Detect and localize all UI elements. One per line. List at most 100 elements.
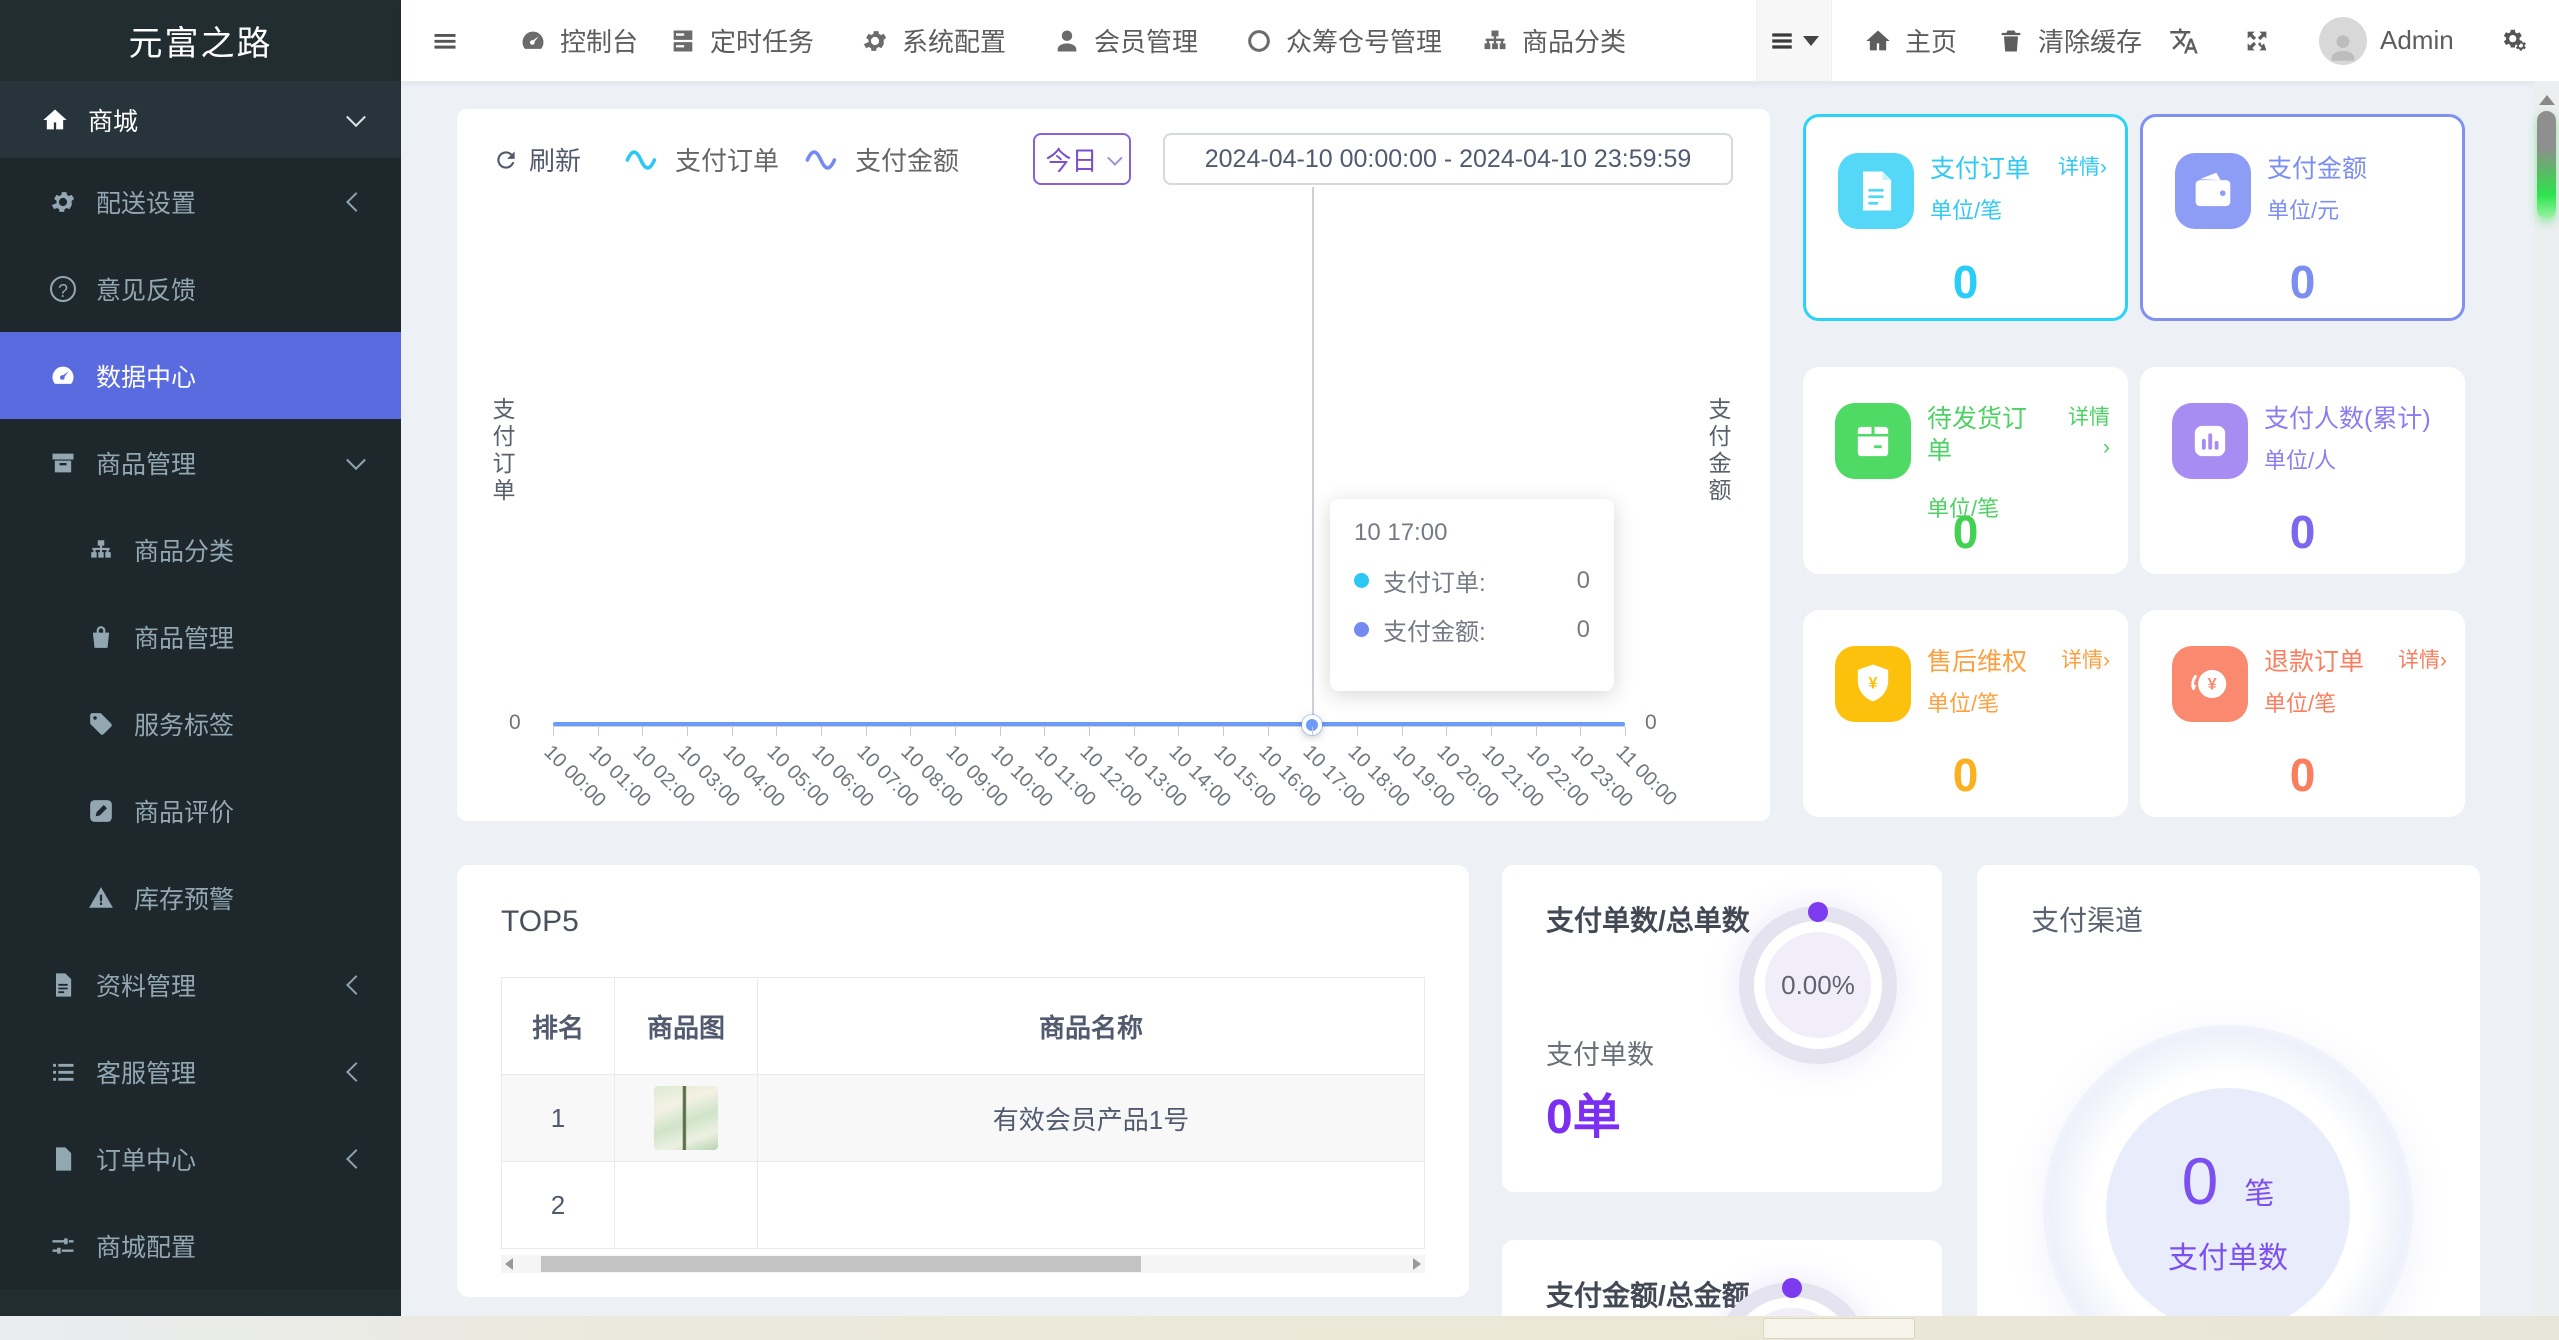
product-image xyxy=(654,1086,718,1150)
sidebar-submenu: 配送设置 ? 意见反馈 数据中心 商品管理 商品分类 商品管理 服务标签 商品评… xyxy=(0,158,401,1289)
detail-label: 详情 xyxy=(2068,406,2110,429)
series-dot-icon xyxy=(1354,573,1369,588)
nav-item-clear-cache[interactable]: 清除缓存 xyxy=(1997,0,2142,81)
sidebar-toggle-button[interactable] xyxy=(431,0,459,81)
order-count-value: 0单 xyxy=(1546,1091,1621,1144)
menu-dropdown-button[interactable] xyxy=(1756,0,1832,81)
stat-card-after-sales: ¥ 售后维权 详情 › 单位/笔 0 xyxy=(1803,610,2128,817)
detail-link[interactable]: 详情 › xyxy=(2068,403,2110,463)
page-horizontal-scrollbar[interactable] xyxy=(0,1316,2559,1340)
x-axis-tick xyxy=(865,727,867,736)
scrollbar-thumb[interactable] xyxy=(541,1256,1141,1272)
series-dot-icon xyxy=(1354,622,1369,637)
scroll-right-arrow-icon[interactable] xyxy=(1413,1258,1421,1270)
scrollbar-thumb[interactable] xyxy=(2537,111,2556,219)
x-axis-tick xyxy=(1223,727,1224,736)
x-axis-tick xyxy=(1178,727,1180,736)
tooltip-row: 支付订单: 0 xyxy=(1354,563,1590,598)
detail-link[interactable]: 详情 › xyxy=(2058,153,2107,183)
detail-label: 详情 xyxy=(2398,649,2440,672)
scrollbar-thumb[interactable] xyxy=(1763,1318,1915,1339)
sidebar-item-customer-service[interactable]: 客服管理 xyxy=(0,1028,401,1115)
nav-item-product-category[interactable]: 商品分类 xyxy=(1481,0,1626,81)
arrow-right-icon: › xyxy=(2103,649,2110,672)
detail-link[interactable]: 详情 › xyxy=(2061,646,2110,676)
stat-value: 0 xyxy=(1952,506,1979,558)
x-axis-tick xyxy=(1535,727,1537,736)
stat-unit: 单位/人 xyxy=(2264,448,2337,473)
sidebar-item-mall[interactable]: 商城 xyxy=(0,81,401,158)
sidebar-item-service-tags[interactable]: 服务标签 xyxy=(0,680,401,767)
sidebar-item-product-reviews[interactable]: 商品评价 xyxy=(0,767,401,854)
nav-item-console[interactable]: 控制台 xyxy=(519,0,638,81)
x-axis-tick xyxy=(1044,727,1046,736)
scroll-up-arrow-icon[interactable] xyxy=(2539,95,2555,105)
scroll-left-arrow-icon[interactable] xyxy=(505,1258,513,1270)
arrow-right-icon: › xyxy=(2100,156,2107,179)
gear-icon xyxy=(863,30,887,51)
horizontal-scrollbar[interactable] xyxy=(501,1255,1425,1273)
channel-chart-bubble[interactable]: 0 笔 支付单数 xyxy=(2106,1088,2350,1332)
chevron-left-icon xyxy=(346,1148,366,1169)
fullscreen-button[interactable] xyxy=(2243,0,2271,81)
image-cell xyxy=(614,1161,758,1249)
sidebar-item-order-center[interactable]: 订单中心 xyxy=(0,1115,401,1202)
bar-chart-icon xyxy=(2172,403,2248,479)
tooltip-value: 0 xyxy=(1576,615,1590,643)
sidebar-item-feedback[interactable]: ? 意见反馈 xyxy=(0,245,401,332)
sidebar-item-label: 商品评价 xyxy=(134,798,235,827)
nav-item-scheduled-tasks[interactable]: 定时任务 xyxy=(669,0,814,81)
sidebar-item-label: 库存预警 xyxy=(134,885,235,914)
detail-label: 详情 xyxy=(2061,649,2103,672)
sidebar-item-product-manage[interactable]: 商品管理 xyxy=(0,593,401,680)
sidebar-item-material-management[interactable]: 资料管理 xyxy=(0,941,401,1028)
sidebar-item-delivery-settings[interactable]: 配送设置 xyxy=(0,158,401,245)
x-axis-tick xyxy=(1089,727,1090,736)
y-axis-left-title: 支付订单 xyxy=(489,397,515,505)
user-menu[interactable]: Admin xyxy=(2319,0,2454,81)
sidebar-item-label: 服务标签 xyxy=(134,711,235,740)
wallet-icon xyxy=(2175,153,2251,229)
stat-card-pay-orders: 支付订单 详情 › 单位/笔 0 xyxy=(1803,114,2128,321)
detail-link[interactable]: 详情 › xyxy=(2398,646,2447,676)
hover-crosshair-line xyxy=(1312,187,1314,725)
sidebar-item-mall-config[interactable]: 商城配置 xyxy=(0,1202,401,1289)
sidebar-item-product-category[interactable]: 商品分类 xyxy=(0,506,401,593)
x-axis-tick xyxy=(910,727,912,736)
sidebar-item-label: 数据中心 xyxy=(96,363,197,392)
table-row[interactable]: 1 有效会员产品1号 xyxy=(501,1074,1425,1162)
x-axis-tick xyxy=(553,727,554,736)
nav-item-crowdfunding-management[interactable]: 众筹仓号管理 xyxy=(1245,0,1442,81)
translate-button[interactable] xyxy=(2169,0,2199,81)
sidebar: 元富之路 商城 配送设置 ? 意见反馈 数据中心 商品管理 商品分类 商品管理 … xyxy=(0,0,401,1316)
gauge-progress-dot xyxy=(1808,902,1828,922)
table-row[interactable]: 2 xyxy=(501,1161,1425,1249)
nav-item-home[interactable]: 主页 xyxy=(1864,0,1957,81)
x-axis: 10 00:00 10 01:00 10 02:00 10 03:00 10 04:00… xyxy=(457,725,1770,855)
order-ratio-card: 支付单数/总单数 0.00% 支付单数 0单 xyxy=(1502,865,1942,1192)
nav-item-label: 系统配置 xyxy=(902,27,1007,57)
sidebar-item-data-center[interactable]: 数据中心 xyxy=(0,332,401,419)
nav-item-system-config[interactable]: 系统配置 xyxy=(861,0,1006,81)
stat-title: 支付订单 xyxy=(1930,155,2031,183)
top5-table: 排名 商品图 商品名称 1 有效会员产品1号 2 xyxy=(501,977,1425,1249)
nav-item-member-management[interactable]: 会员管理 xyxy=(1053,0,1198,81)
x-axis-tick xyxy=(1625,727,1626,736)
chart-tooltip: 10 17:00 支付订单: 0 支付金额: 0 xyxy=(1330,499,1614,691)
invoice-icon xyxy=(1838,153,1914,229)
app-logo: 元富之路 xyxy=(0,0,401,81)
x-axis-tick xyxy=(821,727,822,736)
shield-yuan-icon: ¥ xyxy=(1835,646,1911,722)
stat-value: 0 xyxy=(2289,749,2316,801)
home-icon xyxy=(40,106,70,134)
vertical-scrollbar[interactable] xyxy=(2534,81,2559,1316)
column-header-rank: 排名 xyxy=(501,977,615,1075)
sidebar-item-product-management[interactable]: 商品管理 xyxy=(0,419,401,506)
column-header-name: 商品名称 xyxy=(757,977,1425,1075)
chevron-left-icon xyxy=(346,1061,366,1082)
sidebar-item-stock-warning[interactable]: 库存预警 xyxy=(0,854,401,941)
settings-button[interactable] xyxy=(2499,0,2529,81)
order-count-label: 支付单数 xyxy=(1546,1040,1654,1070)
top-navbar: 控制台 定时任务 系统配置 会员管理 众筹仓号管理 商品分类 主页 清除缓存 A… xyxy=(401,0,2559,82)
gauge-progress-dot xyxy=(1782,1278,1802,1298)
